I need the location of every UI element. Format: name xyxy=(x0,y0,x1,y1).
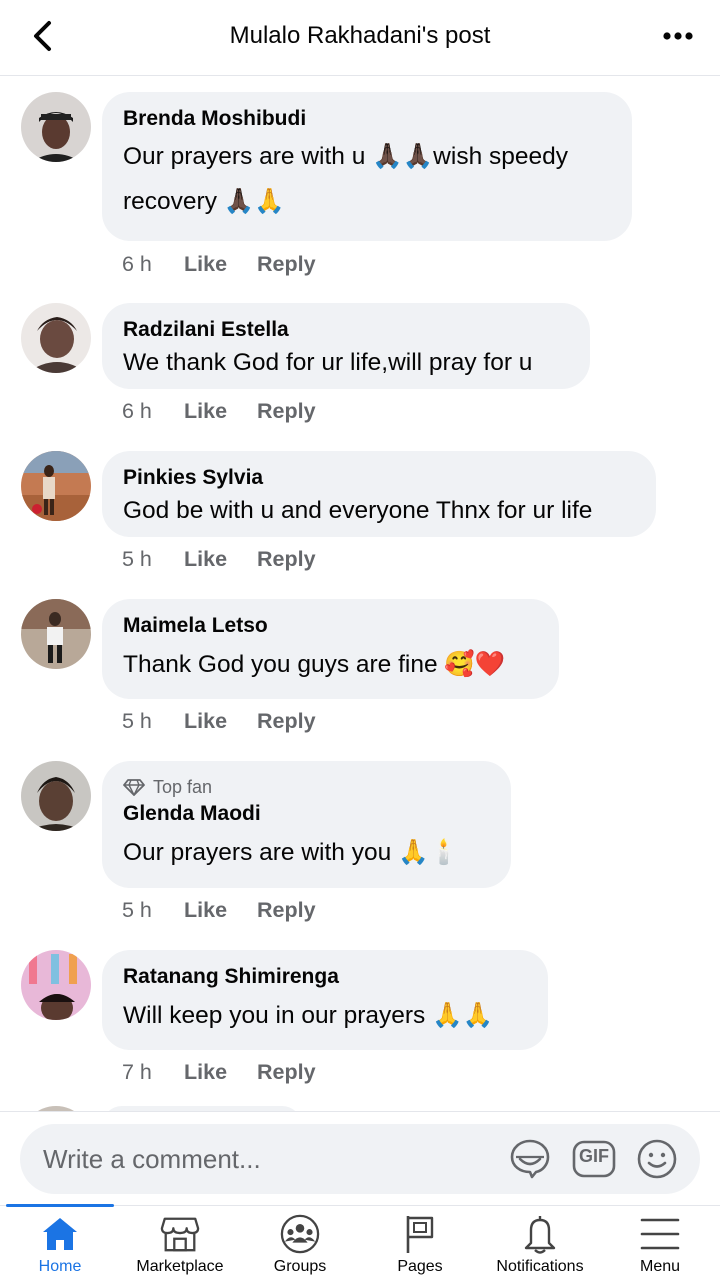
comment-bubble[interactable]: Brenda Moshibudi Our prayers are with u … xyxy=(102,92,632,241)
like-button[interactable]: Like xyxy=(184,898,227,923)
diamond-icon xyxy=(123,779,145,796)
bell-icon xyxy=(520,1214,560,1254)
comment-text: God be with u and everyone Thnx for ur l… xyxy=(123,497,593,524)
reply-button[interactable]: Reply xyxy=(257,1060,316,1085)
reply-button[interactable]: Reply xyxy=(257,399,316,424)
comment-author[interactable]: Glenda Maodi xyxy=(123,801,489,827)
comment-time: 6 h xyxy=(122,252,152,276)
comment-author[interactable]: Ratanang Shimirenga xyxy=(123,964,526,990)
comment-author[interactable]: Maimela Letso xyxy=(123,613,537,639)
like-button[interactable]: Like xyxy=(184,1060,227,1085)
nav-pages[interactable]: Pages xyxy=(360,1206,480,1280)
avatar-photo xyxy=(21,451,91,521)
reply-button[interactable]: Reply xyxy=(257,898,316,923)
comment-text: Our prayers are with u 🙏🏿🙏🏿wish speedy xyxy=(123,143,569,170)
comment-text: Will keep you in our prayers 🙏🙏 xyxy=(123,1002,494,1029)
comment-time: 5 h xyxy=(122,709,152,733)
nav-home[interactable]: Home xyxy=(0,1204,120,1280)
comment-bubble[interactable]: Ratanang Shimirenga Will keep you in our… xyxy=(102,950,548,1050)
nav-label: Notifications xyxy=(496,1258,584,1275)
top-fan-label: Top fan xyxy=(153,777,213,797)
nav-marketplace[interactable]: Marketplace xyxy=(120,1206,240,1280)
avatar-photo xyxy=(21,950,91,1020)
comment-bubble[interactable]: Pinkies Sylvia God be with u and everyon… xyxy=(102,451,656,537)
gif-label: GIF xyxy=(579,1146,609,1166)
avatar[interactable] xyxy=(21,92,91,162)
more-horizontal-icon xyxy=(663,32,693,40)
like-button[interactable]: Like xyxy=(184,252,227,277)
avatar[interactable] xyxy=(21,599,91,669)
reply-button[interactable]: Reply xyxy=(257,709,316,734)
comment-author[interactable]: Pinkies Sylvia xyxy=(123,465,634,491)
comment-time: 5 h xyxy=(122,547,152,571)
reply-button[interactable]: Reply xyxy=(257,547,316,572)
avatar[interactable] xyxy=(21,303,91,373)
like-button[interactable]: Like xyxy=(184,547,227,572)
comment-actions: 5 h Like Reply xyxy=(122,898,346,923)
comment-actions: 7 h Like Reply xyxy=(122,1060,346,1085)
comment-actions: 5 h Like Reply xyxy=(122,709,346,734)
avatar[interactable] xyxy=(21,761,91,831)
comment-actions: 5 h Like Reply xyxy=(122,547,346,572)
comment-author[interactable]: Radzilani Estella xyxy=(123,317,568,343)
smiley-icon xyxy=(637,1139,677,1179)
like-button[interactable]: Like xyxy=(184,709,227,734)
nav-label: Marketplace xyxy=(136,1258,224,1275)
marketplace-icon xyxy=(160,1214,200,1254)
comment-text: We thank God for ur life,will pray for u xyxy=(123,349,533,376)
hamburger-icon xyxy=(640,1214,680,1254)
like-button[interactable]: Like xyxy=(184,399,227,424)
sticker-icon xyxy=(510,1139,550,1179)
avatar-photo xyxy=(21,599,91,669)
header-bar: Mulalo Rakhadani's post xyxy=(0,0,720,76)
nav-notifications[interactable]: Notifications xyxy=(480,1206,600,1280)
comment-text: recovery 🙏🏿🙏 xyxy=(123,188,285,215)
comment-composer-bar: Write a comment... GIF xyxy=(0,1111,720,1205)
sticker-button[interactable] xyxy=(508,1137,552,1181)
comment-time: 5 h xyxy=(122,898,152,922)
gif-button[interactable]: GIF xyxy=(572,1137,616,1181)
emoji-button[interactable] xyxy=(635,1137,679,1181)
comment-author[interactable]: Brenda Moshibudi xyxy=(123,106,610,132)
nav-label: Groups xyxy=(273,1258,327,1275)
groups-icon xyxy=(280,1214,320,1254)
avatar-photo xyxy=(21,92,91,162)
home-icon xyxy=(40,1214,80,1254)
avatar[interactable] xyxy=(21,950,91,1020)
comment-text: Our prayers are with you 🙏🕯️ xyxy=(123,839,460,866)
nav-menu[interactable]: Menu xyxy=(600,1206,720,1280)
comments-list[interactable]: Brenda Moshibudi Our prayers are with u … xyxy=(0,76,720,1111)
comment-bubble[interactable]: Top fan Glenda Maodi Our prayers are wit… xyxy=(102,761,511,888)
flag-icon xyxy=(400,1214,440,1254)
comment-bubble[interactable]: Maimela Letso Thank God you guys are fin… xyxy=(102,599,559,699)
top-fan-badge: Top fan xyxy=(123,775,489,799)
comment-bubble[interactable]: Radzilani Estella We thank God for ur li… xyxy=(102,303,590,389)
avatar[interactable] xyxy=(21,451,91,521)
page-title: Mulalo Rakhadani's post xyxy=(229,22,491,49)
comment-text: Thank God you guys are fine 🥰❤️ xyxy=(123,651,506,678)
reply-button[interactable]: Reply xyxy=(257,252,316,277)
comment-input-placeholder: Write a comment... xyxy=(43,1144,261,1174)
nav-label: Pages xyxy=(397,1258,443,1275)
comment-actions: 6 h Like Reply xyxy=(122,399,346,424)
comment-time: 6 h xyxy=(122,399,152,423)
comment-actions: 6 h Like Reply xyxy=(122,252,346,277)
comment-input[interactable]: Write a comment... GIF xyxy=(20,1124,700,1194)
avatar-photo xyxy=(21,761,91,831)
avatar-photo xyxy=(21,303,91,373)
active-tab-indicator xyxy=(6,1204,114,1207)
nav-label: Menu xyxy=(639,1258,681,1275)
nav-label: Home xyxy=(38,1258,82,1275)
comment-time: 7 h xyxy=(122,1060,152,1084)
nav-groups[interactable]: Groups xyxy=(240,1206,360,1280)
bottom-navigation: Home Marketplace Groups Pages Notificati… xyxy=(0,1204,720,1280)
more-options-button[interactable] xyxy=(662,20,694,52)
